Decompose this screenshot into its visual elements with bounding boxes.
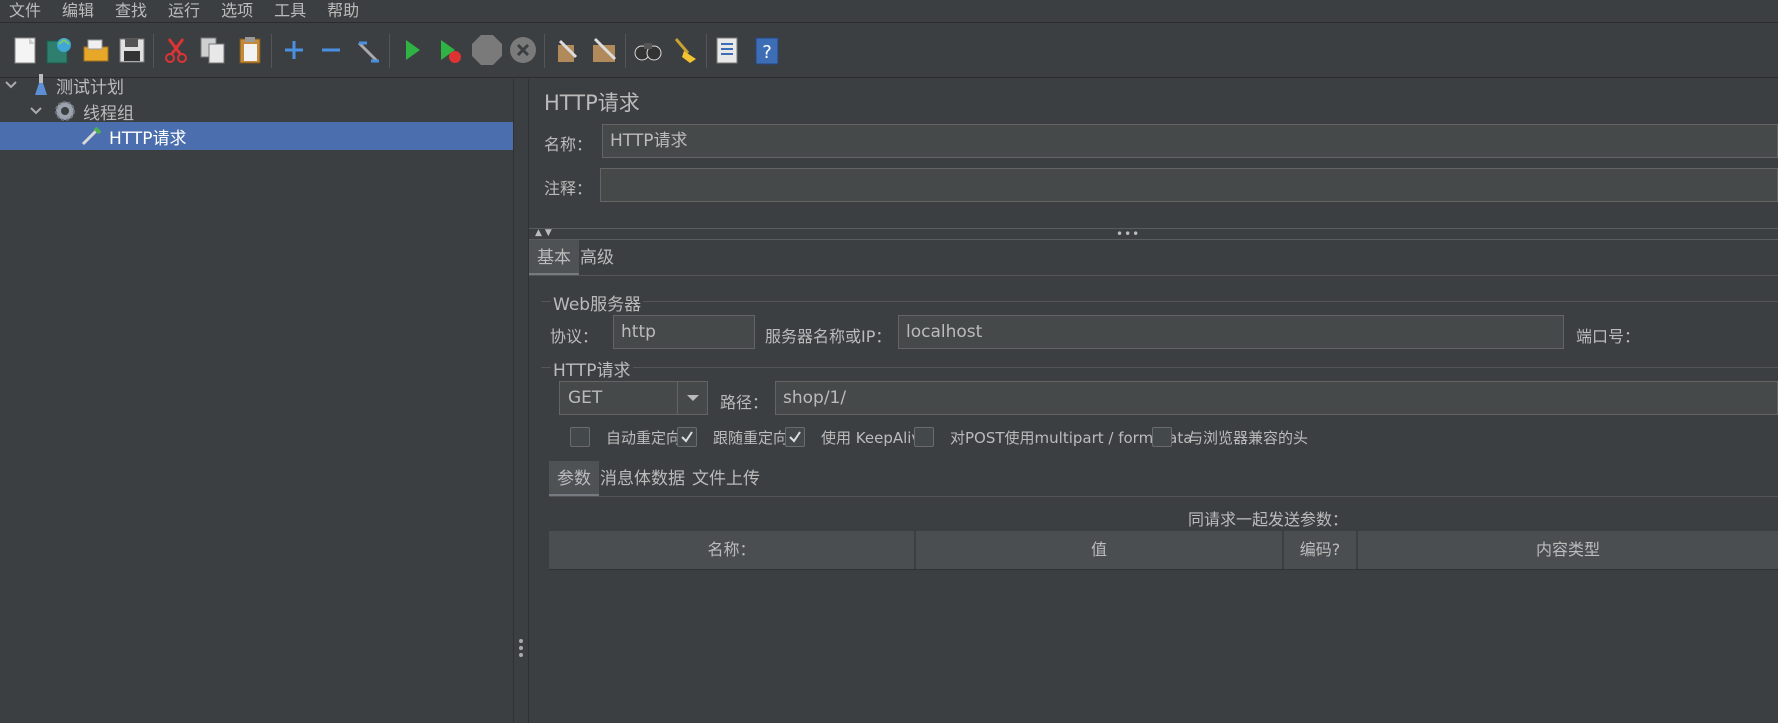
tab-advanced[interactable]: 高级 [572, 240, 622, 276]
name-label: 名称： [544, 135, 593, 154]
chevron-down-icon[interactable] [677, 382, 707, 414]
toolbar-separator [271, 34, 272, 68]
tab-body-data[interactable]: 消息体数据 [592, 461, 693, 497]
web-server-group-title: Web服务器 [551, 290, 644, 315]
check-icon [789, 431, 801, 443]
expand-icon[interactable] [278, 32, 310, 68]
menu-file[interactable]: 文件 [0, 0, 49, 23]
reset-search-icon[interactable] [669, 32, 701, 68]
tree-item-label: 测试计划 [56, 77, 124, 98]
new-icon[interactable] [9, 32, 41, 68]
svg-text:?: ? [762, 42, 772, 63]
name-field[interactable]: HTTP请求 [602, 124, 1778, 158]
pipette-icon [79, 124, 103, 148]
test-plan-tree: 测试计划 线程组 HTTP请求 [0, 74, 513, 723]
clear-all-icon[interactable] [588, 32, 620, 68]
toolbar: ? [0, 24, 1778, 78]
menu-bar: 文件 编辑 查找 运行 选项 工具 帮助 [0, 0, 1778, 23]
menu-tools[interactable]: 工具 [265, 0, 314, 23]
function-helper-icon[interactable] [711, 32, 743, 68]
multipart-checkbox[interactable]: 对POST使用multipart / form-data [914, 426, 1192, 448]
port-label: 端口号： [1576, 327, 1641, 346]
checkbox-box[interactable] [677, 427, 697, 447]
http-request-editor: HTTP请求 名称： HTTP请求 注释： ▲▼ ••• 基本 高级 Web服务… [529, 79, 1778, 723]
paste-icon[interactable] [234, 32, 266, 68]
column-header-encode[interactable]: 编码? [1284, 531, 1358, 569]
path-label: 路径： [720, 393, 769, 412]
chevron-down-icon[interactable] [28, 103, 44, 119]
checkbox-box[interactable] [570, 427, 590, 447]
section-divider [529, 239, 1778, 240]
drag-handle-icon[interactable] [519, 639, 523, 660]
collapse-arrows-icon[interactable]: ▲▼ [535, 228, 555, 238]
tree-item-http-request[interactable]: HTTP请求 [0, 122, 513, 150]
protocol-field[interactable]: http [613, 315, 755, 349]
http-request-group-title: HTTP请求 [551, 356, 633, 381]
tree-item-test-plan[interactable]: 测试计划 [0, 71, 513, 99]
method-value: GET [568, 388, 603, 408]
flask-icon [29, 73, 53, 97]
tab-files-upload[interactable]: 文件上传 [684, 461, 768, 497]
toolbar-separator [706, 34, 707, 68]
cut-icon[interactable] [160, 32, 192, 68]
table-header-border [549, 569, 1778, 570]
tree-item-thread-group[interactable]: 线程组 [0, 97, 513, 125]
templates-icon[interactable] [43, 32, 75, 68]
menu-run[interactable]: 运行 [159, 0, 208, 23]
redirect-auto-checkbox[interactable]: 自动重定向 [570, 426, 681, 448]
checkbox-label: 自动重定向 [606, 428, 682, 447]
help-icon[interactable]: ? [750, 32, 782, 68]
toolbar-separator [153, 34, 154, 68]
comment-field[interactable] [600, 168, 1778, 202]
checkbox-box[interactable] [914, 427, 934, 447]
tree-item-label: 线程组 [83, 103, 134, 124]
menu-help[interactable]: 帮助 [318, 0, 367, 23]
toggle-icon[interactable] [352, 32, 384, 68]
shutdown-icon[interactable] [507, 32, 539, 68]
menu-options[interactable]: 选项 [212, 0, 261, 23]
toolbar-separator [544, 34, 545, 68]
method-select[interactable]: GET [559, 381, 708, 415]
protocol-label: 协议： [550, 327, 599, 346]
chevron-down-icon[interactable] [3, 77, 19, 93]
collapse-icon[interactable] [315, 32, 347, 68]
clear-icon[interactable] [551, 32, 583, 68]
toolbar-separator [625, 34, 626, 68]
start-icon[interactable] [396, 32, 428, 68]
tab-underline [529, 275, 1778, 276]
comment-label: 注释： [544, 179, 593, 198]
column-header-content-type[interactable]: 内容类型 [1358, 531, 1778, 569]
keepalive-checkbox[interactable]: 使用 KeepAlive [785, 426, 930, 448]
page-title: HTTP请求 [544, 91, 640, 115]
server-label: 服务器名称或IP： [765, 327, 892, 346]
open-icon[interactable] [80, 32, 112, 68]
toolbar-separator [389, 34, 390, 68]
start-no-pause-icon[interactable] [433, 32, 465, 68]
column-header-name[interactable]: 名称： [549, 531, 916, 569]
stop-icon[interactable] [470, 32, 502, 68]
checkbox-label: 跟随重定向 [713, 428, 789, 447]
path-field[interactable]: shop/1/ [775, 381, 1778, 415]
params-table-caption: 同请求一起发送参数： [1188, 510, 1349, 529]
tree-item-label: HTTP请求 [109, 128, 187, 149]
checkbox-box[interactable] [1152, 427, 1172, 447]
check-icon [681, 431, 693, 443]
menu-edit[interactable]: 编辑 [53, 0, 102, 23]
save-icon[interactable] [116, 32, 148, 68]
split-pane-divider[interactable] [513, 79, 529, 723]
group-border [541, 367, 1778, 368]
checkbox-box[interactable] [785, 427, 805, 447]
copy-icon[interactable] [197, 32, 229, 68]
browser-compatible-headers-checkbox[interactable]: 与浏览器兼容的头 [1152, 426, 1308, 448]
follow-redirects-checkbox[interactable]: 跟随重定向 [677, 426, 788, 448]
column-header-value[interactable]: 值 [916, 531, 1284, 569]
checkbox-label: 与浏览器兼容的头 [1188, 428, 1309, 447]
menu-search[interactable]: 查找 [106, 0, 155, 23]
gear-icon [53, 99, 77, 123]
search-icon[interactable] [632, 32, 664, 68]
section-divider [529, 228, 1778, 229]
group-border [541, 301, 1778, 302]
server-field[interactable]: localhost [898, 315, 1564, 349]
tab-underline [549, 496, 1778, 497]
